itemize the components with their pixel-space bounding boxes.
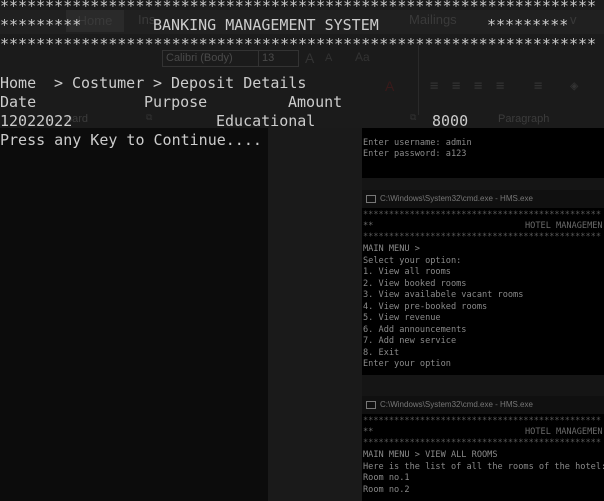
console-header-title: HOTEL MANAGEMEN — [525, 221, 603, 231]
console-line: Enter your option — [363, 359, 451, 369]
breadcrumb-page: Deposit Details — [171, 74, 307, 92]
align-left-icon[interactable]: ≡ — [430, 78, 438, 94]
breadcrumb-separator: > — [54, 74, 64, 92]
rooms-console-window: C:\Windows\System32\cmd.exe - HMS.exe **… — [362, 396, 604, 501]
breadcrumb-home: Home — [0, 74, 37, 92]
document-area — [0, 128, 268, 501]
stars-border-top: ****************************************… — [0, 0, 597, 15]
system-title: BANKING MANAGEMENT SYSTEM — [153, 16, 379, 34]
row-purpose: Educational — [216, 112, 316, 130]
console-line: 3. View availabele vacant rooms — [363, 290, 524, 300]
console-stars: ****************************************… — [363, 416, 601, 426]
line-spacing-icon[interactable]: ≡ — [534, 78, 542, 94]
console-line: 5. View revenue — [363, 313, 441, 323]
console-line: Room no.1 — [363, 473, 410, 483]
breadcrumb-separator: > — [153, 74, 163, 92]
breadcrumb-section: Costumer — [72, 74, 145, 92]
console-line: Enter username: admin — [363, 138, 472, 148]
console-line: 1. View all rooms — [363, 267, 451, 277]
align-right-icon[interactable]: ≡ — [474, 78, 482, 94]
dialog-launcher-icon[interactable]: ⧉ — [146, 113, 152, 123]
font-color-icon[interactable]: A — [385, 78, 394, 94]
console-line: Enter password: a123 — [363, 149, 467, 159]
console-stars: ****************************************… — [363, 438, 601, 448]
console-line: Here is the list of all the rooms of the… — [363, 462, 604, 472]
console-line: 6. Add announcements — [363, 325, 467, 335]
login-console-window: Enter username: admin Enter password: a1… — [362, 128, 604, 178]
console-line: 7. Add new service — [363, 336, 457, 346]
header-stars-left: ********* — [0, 16, 82, 34]
ribbon-separator — [418, 45, 419, 115]
justify-icon[interactable]: ≡ — [496, 78, 504, 94]
paragraph-group-label: Paragraph — [498, 113, 550, 125]
stars-border-bottom: ****************************************… — [0, 35, 597, 53]
console-line: Select your option: — [363, 256, 462, 266]
continue-prompt: Press any Key to Continue.... — [0, 131, 262, 149]
column-header-amount: Amount — [288, 93, 343, 111]
console-line: 8. Exit — [363, 348, 400, 358]
row-date: 12022022 — [0, 112, 73, 130]
window-icon — [366, 400, 376, 409]
console-line: MAIN MENU > — [363, 244, 420, 254]
console-stars: ****************************************… — [363, 210, 601, 220]
column-header-date: Date — [0, 93, 37, 111]
console-header-left: ** — [363, 427, 374, 437]
shading-icon[interactable]: ◈ — [570, 78, 578, 94]
console-line: 2. View booked rooms — [363, 279, 467, 289]
console-line: 4. View pre-booked rooms — [363, 302, 488, 312]
console-header-left: ** — [363, 221, 374, 231]
document-gutter — [268, 128, 362, 501]
console-line: Room no.2 — [363, 485, 410, 495]
align-center-icon[interactable]: ≡ — [452, 78, 460, 94]
row-amount: 8000 — [432, 112, 469, 130]
console-header-title: HOTEL MANAGEMEN — [525, 427, 603, 437]
console-stars: ****************************************… — [363, 232, 601, 242]
window-icon — [366, 194, 376, 203]
menu-console-window: C:\Windows\System32\cmd.exe - HMS.exe **… — [362, 190, 604, 375]
console-line: MAIN MENU > VIEW ALL ROOMS — [363, 450, 498, 460]
console-title-bar: C:\Windows\System32\cmd.exe - HMS.exe — [362, 396, 604, 414]
console-title-bar: C:\Windows\System32\cmd.exe - HMS.exe — [362, 190, 604, 208]
column-header-purpose: Purpose — [144, 93, 208, 111]
dialog-launcher-icon[interactable]: ⧉ — [410, 113, 416, 123]
header-stars-right: ********* — [487, 16, 569, 34]
